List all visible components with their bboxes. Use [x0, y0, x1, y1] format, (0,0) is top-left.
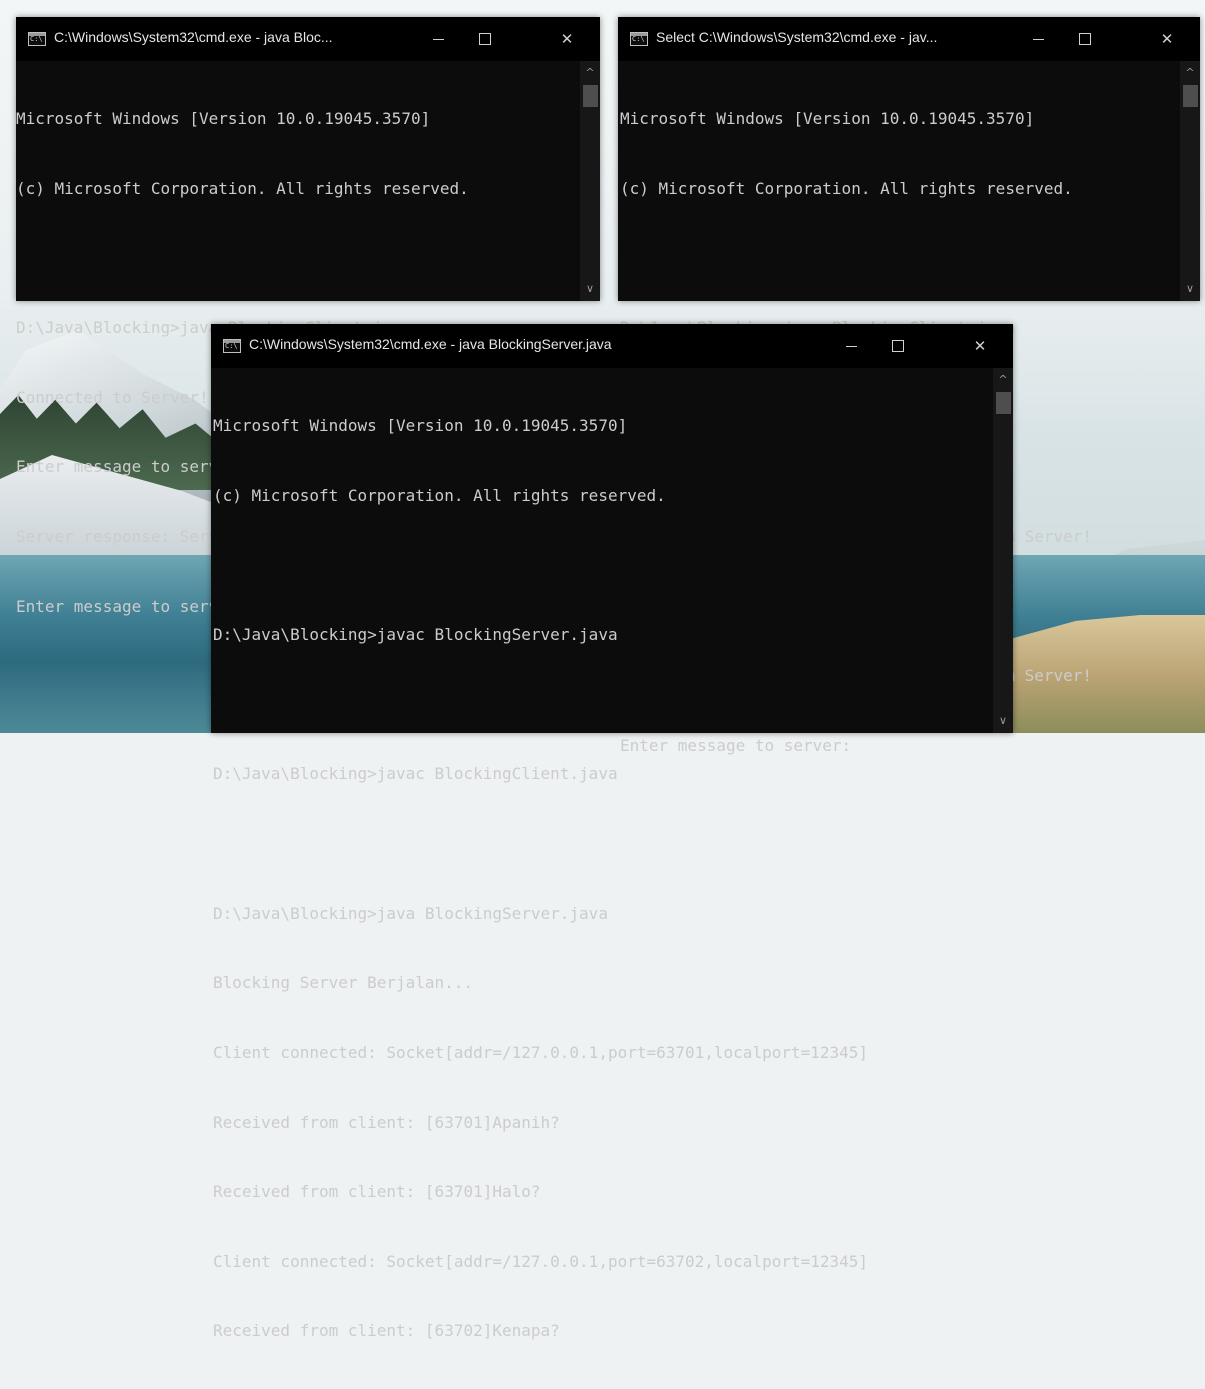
- scroll-down-arrow-icon[interactable]: ∨: [580, 281, 600, 297]
- scroll-thumb[interactable]: [1183, 85, 1198, 107]
- scroll-up-arrow-icon[interactable]: ^: [1180, 65, 1200, 81]
- scroll-up-arrow-icon[interactable]: ^: [580, 65, 600, 81]
- vertical-scrollbar[interactable]: ^ ∨: [580, 61, 600, 301]
- console-line: (c) Microsoft Corporation. All rights re…: [620, 179, 1073, 199]
- title-bar[interactable]: C:\ Select C:\Windows\System32\cmd.exe -…: [618, 17, 1200, 61]
- scroll-thumb[interactable]: [996, 392, 1011, 414]
- window-title: Select C:\Windows\System32\cmd.exe - jav…: [656, 29, 938, 45]
- cmd-app-icon[interactable]: C:\: [223, 339, 241, 353]
- title-bar[interactable]: C:\ C:\Windows\System32\cmd.exe - java B…: [211, 324, 1013, 368]
- cmd-app-icon[interactable]: C:\: [28, 32, 46, 46]
- console-line: Blocking Server Berjalan...: [213, 973, 474, 993]
- cmd-app-icon[interactable]: C:\: [630, 32, 648, 46]
- close-button[interactable]: ✕: [957, 324, 1003, 368]
- console-line: Microsoft Windows [Version 10.0.19045.35…: [16, 109, 431, 129]
- console-line: ​: [213, 554, 868, 577]
- console-line: Client connected: Socket[addr=/127.0.0.1…: [213, 1042, 869, 1062]
- console-line: (c) Microsoft Corporation. All rights re…: [16, 179, 469, 199]
- console-line: Received from client: [63701]Apanih?: [213, 1112, 560, 1132]
- console-line: Received from client: [63701]Halo?: [213, 1182, 541, 1202]
- title-bar[interactable]: C:\ C:\Windows\System32\cmd.exe - java B…: [16, 17, 600, 61]
- console-line: ​: [16, 247, 488, 270]
- console-line: D:\Java\Blocking>java BlockingServer.jav…: [213, 903, 608, 923]
- window-title: C:\Windows\System32\cmd.exe - java Block…: [249, 336, 612, 352]
- console-line: Received from client: [63702]Kenapa?: [213, 1321, 560, 1341]
- maximize-button[interactable]: [1062, 17, 1108, 61]
- server-console-window[interactable]: C:\ C:\Windows\System32\cmd.exe - java B…: [211, 324, 1013, 1340]
- vertical-scrollbar[interactable]: ^ ∨: [993, 368, 1013, 733]
- minimize-button[interactable]: [1016, 17, 1062, 61]
- maximize-button[interactable]: [462, 17, 508, 61]
- window-title: C:\Windows\System32\cmd.exe - java Bloc.…: [54, 29, 333, 45]
- console-line: ​: [620, 247, 1092, 270]
- console-line: D:\Java\Blocking>javac BlockingServer.ja…: [213, 625, 618, 645]
- minimize-button[interactable]: [416, 17, 462, 61]
- vertical-scrollbar[interactable]: ^ ∨: [1180, 61, 1200, 301]
- close-button[interactable]: ✕: [1144, 17, 1190, 61]
- console-line: Client connected: Socket[addr=/127.0.0.1…: [213, 1251, 869, 1271]
- scroll-down-arrow-icon[interactable]: ∨: [1180, 281, 1200, 297]
- minimize-button[interactable]: [829, 324, 875, 368]
- maximize-button[interactable]: [875, 324, 921, 368]
- console-line: D:\Java\Blocking>javac BlockingClient.ja…: [213, 764, 618, 784]
- client-console-window-1[interactable]: C:\ C:\Windows\System32\cmd.exe - java B…: [16, 17, 600, 616]
- console-line: (c) Microsoft Corporation. All rights re…: [213, 486, 666, 506]
- console-line: ​: [213, 832, 868, 855]
- scroll-down-arrow-icon[interactable]: ∨: [993, 713, 1013, 729]
- console-line: Microsoft Windows [Version 10.0.19045.35…: [213, 416, 628, 436]
- console-line: ​: [213, 693, 868, 716]
- scroll-up-arrow-icon[interactable]: ^: [993, 372, 1013, 388]
- console-line: Microsoft Windows [Version 10.0.19045.35…: [620, 109, 1035, 129]
- console-output[interactable]: Microsoft Windows [Version 10.0.19045.35…: [213, 368, 868, 1389]
- client-console-window-2[interactable]: C:\ Select C:\Windows\System32\cmd.exe -…: [618, 17, 1200, 755]
- close-button[interactable]: ✕: [544, 17, 590, 61]
- scroll-thumb[interactable]: [583, 85, 598, 107]
